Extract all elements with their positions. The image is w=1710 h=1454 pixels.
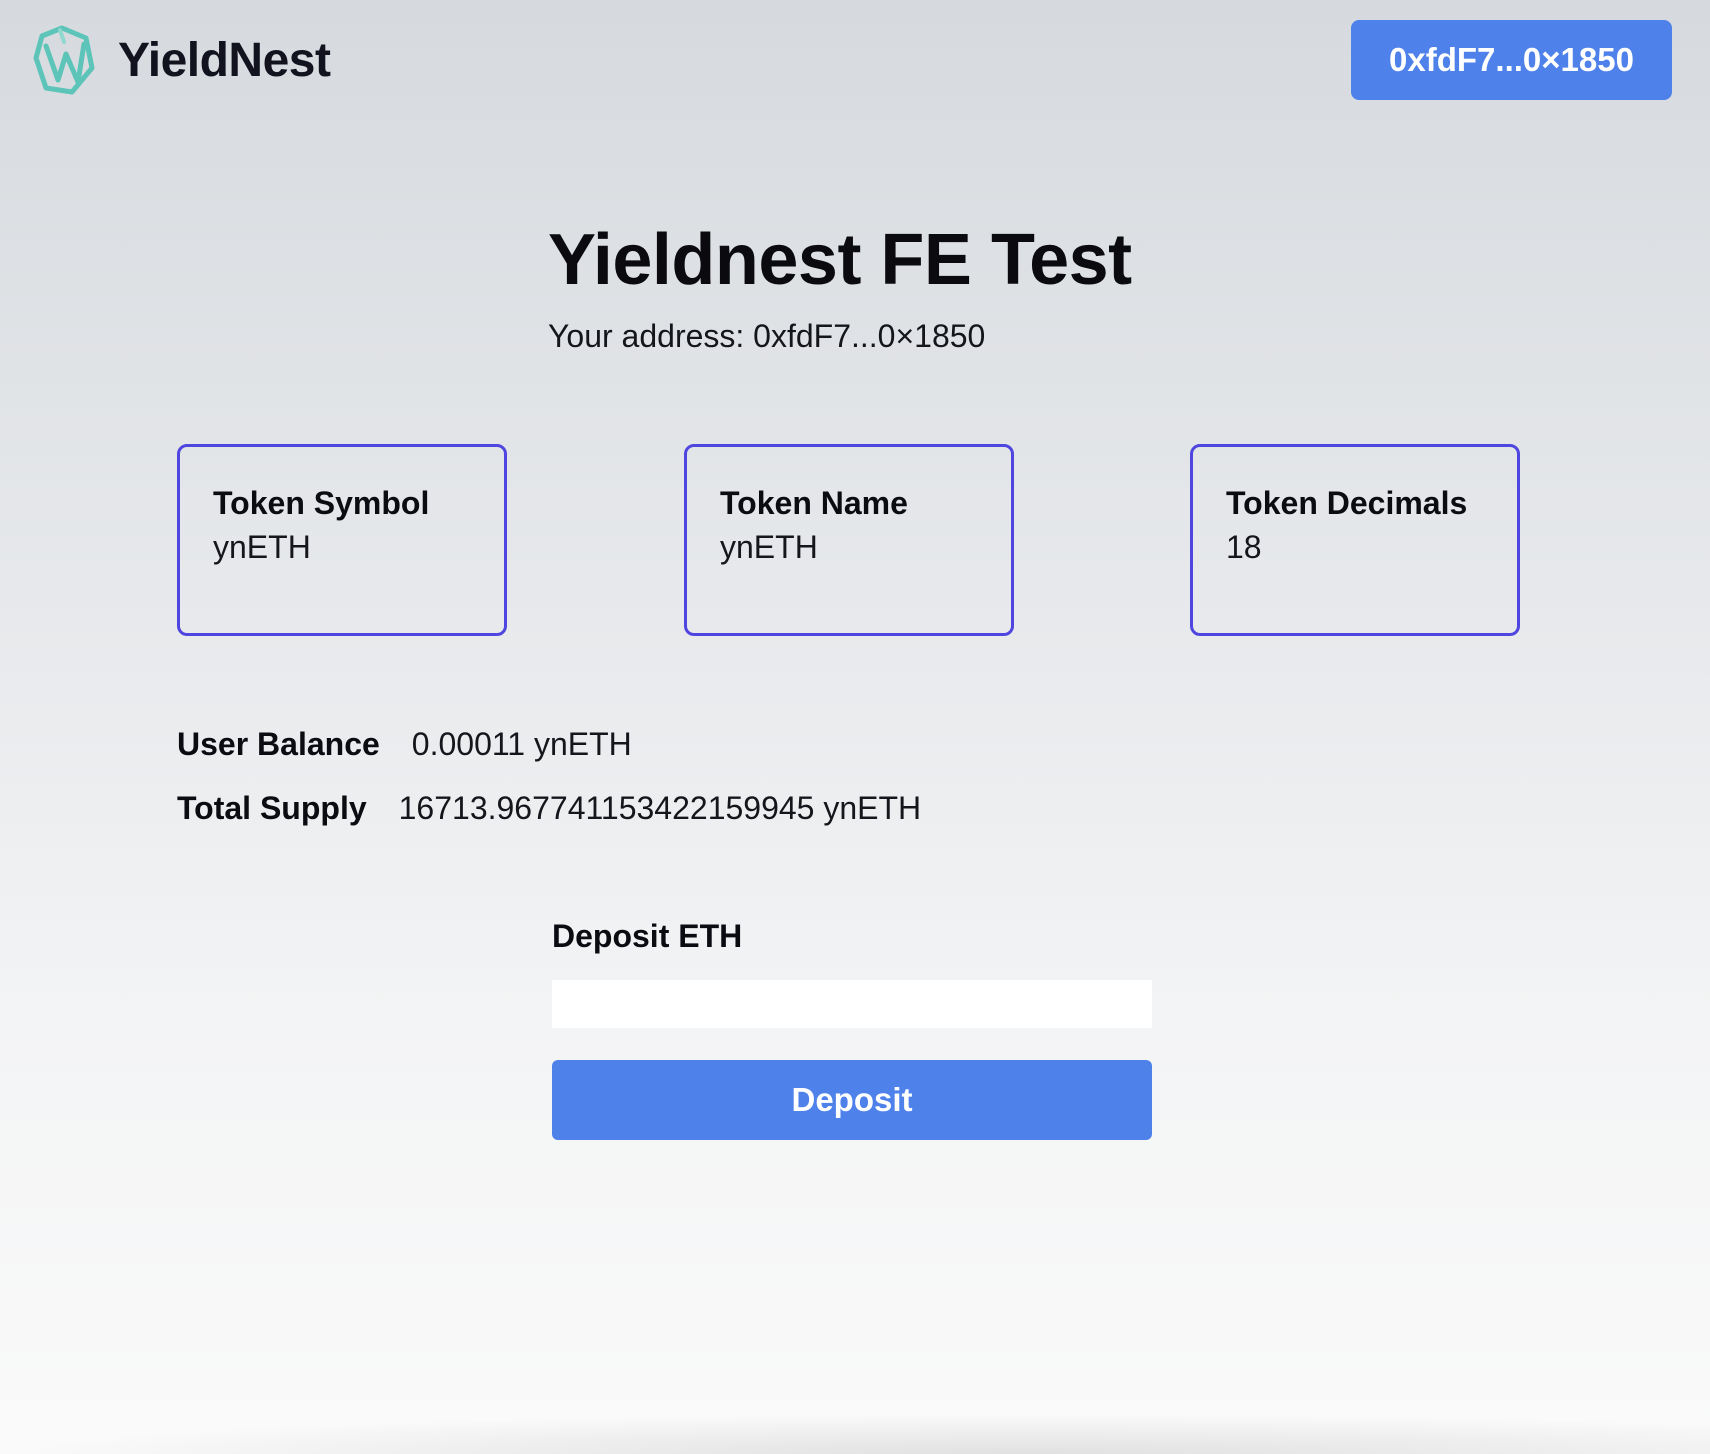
- brand-logo[interactable]: YieldNest: [32, 24, 331, 96]
- token-decimals-label: Token Decimals: [1226, 485, 1468, 521]
- token-name-card: Token Name ynETH: [684, 444, 1014, 636]
- total-supply-row: Total Supply 16713.967741153422159945 yn…: [177, 790, 921, 827]
- page-title: Yieldnest FE Test: [548, 220, 1132, 300]
- token-symbol-label: Token Symbol: [213, 485, 430, 521]
- top-header: YieldNest 0xfdF7...0×1850: [0, 0, 1710, 120]
- user-balance-value: 0.00011 ynETH: [411, 726, 632, 762]
- total-supply-value: 16713.967741153422159945 ynETH: [398, 790, 922, 826]
- deposit-eth-label: Deposit ETH: [552, 918, 743, 954]
- token-symbol-value: ynETH: [213, 529, 311, 565]
- deposit-button[interactable]: Deposit: [552, 1060, 1152, 1140]
- total-supply-label: Total Supply: [177, 790, 367, 826]
- yieldnest-logo-icon: [33, 25, 95, 95]
- token-symbol-card: Token Symbol ynETH: [177, 444, 507, 636]
- deposit-amount-input[interactable]: [552, 980, 1152, 1028]
- token-decimals-value: 18: [1226, 529, 1262, 565]
- brand-name: YieldNest: [118, 33, 331, 87]
- token-decimals-card: Token Decimals 18: [1190, 444, 1520, 636]
- token-name-label: Token Name: [720, 485, 908, 521]
- user-address-text: Your address: 0xfdF7...0×1850: [548, 318, 986, 354]
- bottom-shadow: [0, 1414, 1710, 1454]
- user-balance-row: User Balance 0.00011 ynETH: [177, 726, 632, 763]
- token-name-value: ynETH: [720, 529, 818, 565]
- user-balance-label: User Balance: [177, 726, 380, 762]
- wallet-address-button[interactable]: 0xfdF7...0×1850: [1351, 20, 1672, 100]
